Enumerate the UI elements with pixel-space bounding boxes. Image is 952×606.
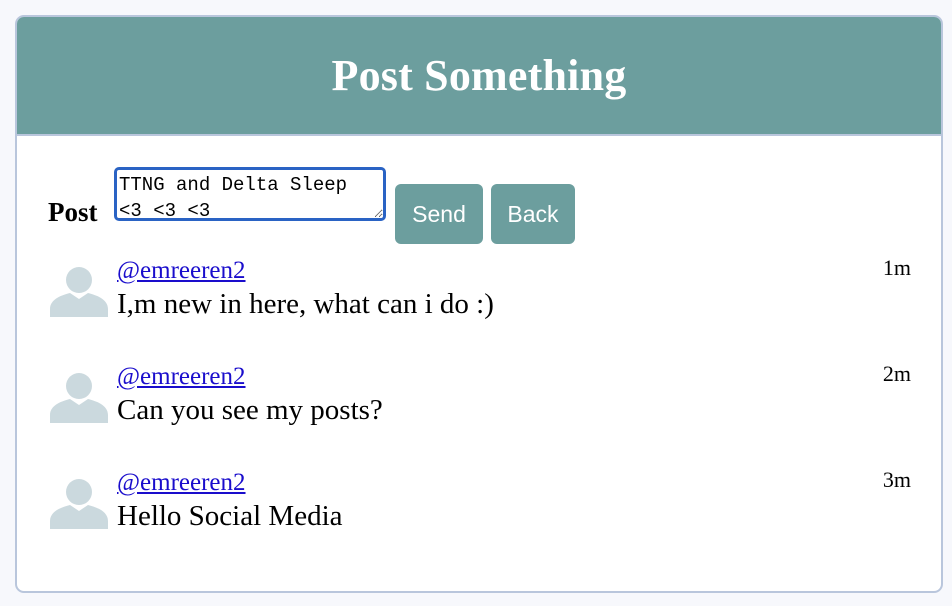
post-card: Post Something Post TTNG and Delta Sleep… xyxy=(15,15,943,593)
avatar-icon xyxy=(50,373,108,423)
send-button[interactable]: Send xyxy=(395,184,483,244)
back-button[interactable]: Back xyxy=(491,184,575,244)
post-timestamp: 3m xyxy=(882,467,911,492)
feed-item: @emreeren2 Can you see my posts? 2m xyxy=(17,361,941,467)
feed-item: @emreeren2 Hello Social Media 3m xyxy=(17,467,941,573)
page-title: Post Something xyxy=(331,51,627,100)
header-bar: Post Something xyxy=(17,17,941,136)
post-composer: Post TTNG and Delta Sleep <3 <3 <3 Send … xyxy=(17,167,941,247)
post-timestamp: 1m xyxy=(882,255,911,280)
user-handle-link[interactable]: @emreeren2 xyxy=(117,363,246,391)
user-handle-link[interactable]: @emreeren2 xyxy=(117,257,246,285)
feed-item: @emreeren2 I,m new in here, what can i d… xyxy=(17,255,941,361)
post-input[interactable]: TTNG and Delta Sleep <3 <3 <3 xyxy=(114,167,386,221)
post-label: Post xyxy=(48,197,98,227)
user-handle-link[interactable]: @emreeren2 xyxy=(117,469,246,497)
avatar-icon xyxy=(50,267,108,317)
post-message: I,m new in here, what can i do :) xyxy=(117,288,494,320)
post-timestamp: 2m xyxy=(882,361,911,386)
post-message: Hello Social Media xyxy=(117,500,343,532)
avatar-icon xyxy=(50,479,108,529)
post-message: Can you see my posts? xyxy=(117,394,383,426)
post-feed: @emreeren2 I,m new in here, what can i d… xyxy=(17,255,941,573)
